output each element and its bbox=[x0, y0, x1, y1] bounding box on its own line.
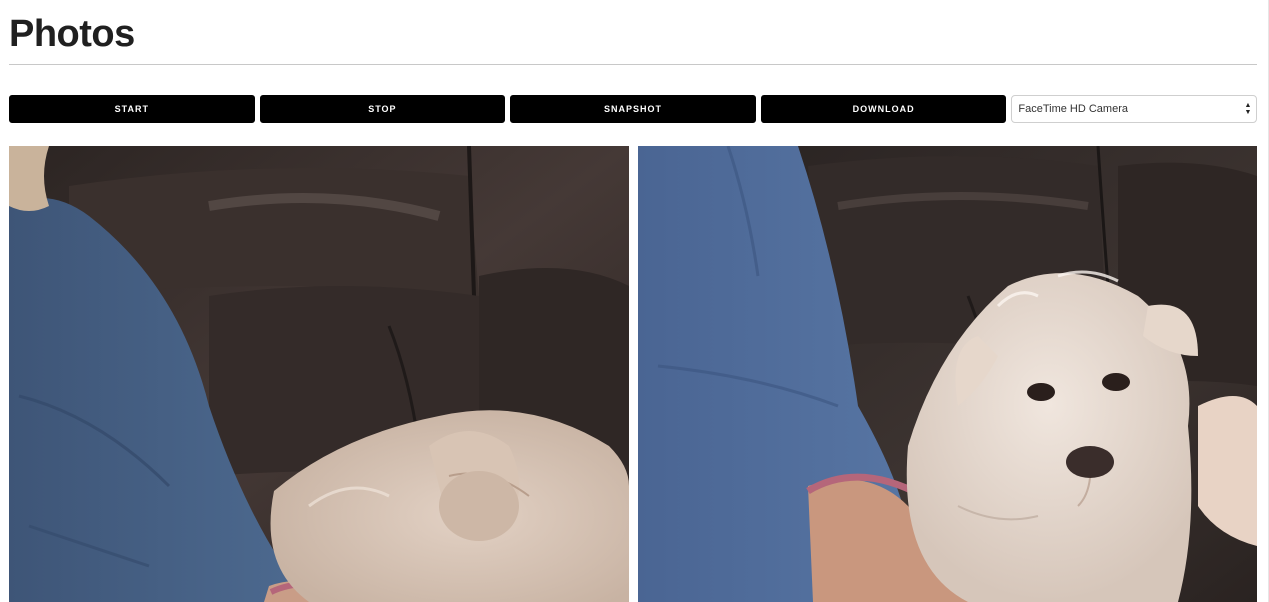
photo-booth-page: Photos START STOP SNAPSHOT DOWNLOAD Face… bbox=[0, 0, 1269, 602]
select-arrows-icon: ▲ ▼ bbox=[1244, 102, 1252, 116]
title-divider bbox=[9, 64, 1257, 65]
stop-button[interactable]: STOP bbox=[259, 95, 506, 123]
snapshot-button[interactable]: SNAPSHOT bbox=[510, 95, 756, 123]
dog-eye-left bbox=[1027, 383, 1055, 401]
camera-select[interactable]: FaceTime HD Camera ▲ ▼ bbox=[1011, 95, 1257, 123]
live-video-view bbox=[9, 146, 629, 602]
start-button[interactable]: START bbox=[9, 95, 255, 123]
download-button[interactable]: DOWNLOAD bbox=[760, 95, 1007, 123]
page-title: Photos bbox=[9, 13, 135, 55]
dog-nose bbox=[1066, 446, 1114, 478]
camera-toolbar: START STOP SNAPSHOT DOWNLOAD FaceTime HD… bbox=[9, 95, 1257, 123]
live-video-image bbox=[9, 146, 629, 602]
camera-select-value: FaceTime HD Camera bbox=[1018, 103, 1128, 115]
snapshot-image bbox=[638, 146, 1257, 602]
snapshot-view bbox=[638, 146, 1257, 602]
dog-eye-right bbox=[1102, 373, 1130, 391]
